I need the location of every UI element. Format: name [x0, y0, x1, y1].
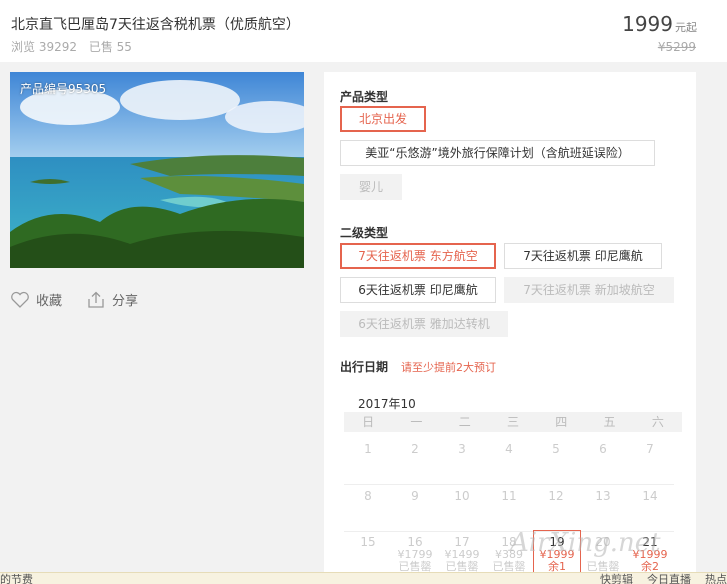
- price-value: 1999: [622, 12, 673, 36]
- product-type-label: 产品类型: [340, 90, 389, 104]
- views-count: 浏览 39292: [11, 40, 77, 54]
- weekday-tue: 二: [458, 415, 471, 429]
- share-label: 分享: [112, 294, 139, 309]
- calendar-day[interactable]: 16: [391, 535, 439, 549]
- calendar-day: 12: [548, 489, 564, 503]
- option-7day-china-eastern[interactable]: 7天往返机票 东方航空: [340, 243, 496, 269]
- calendar-day: 11: [501, 489, 517, 503]
- option-infant[interactable]: 婴儿: [340, 174, 402, 200]
- calendar-weekdays: 日 一 二 三 四 五 六: [344, 412, 682, 432]
- favorite-label: 收藏: [36, 294, 63, 309]
- calendar-day: 3: [458, 442, 466, 456]
- weekday-wed: 三: [506, 415, 519, 429]
- share-button[interactable]: 分享: [86, 290, 138, 309]
- browser-bottom-bar: 的节费 快剪辑 今日直播 热点: [0, 572, 727, 584]
- option-beijing-departure[interactable]: 北京出发: [340, 106, 426, 132]
- weekday-thu: 四: [555, 415, 568, 429]
- original-price: ¥5299: [657, 40, 696, 54]
- product-title: 北京直飞巴厘岛7天往返含税机票（优质航空）: [11, 17, 300, 33]
- sold-count: 已售 55: [88, 40, 132, 54]
- favorite-button[interactable]: 收藏: [10, 290, 62, 309]
- option-7day-singapore-airlines[interactable]: 7天往返机票 新加坡航空: [504, 277, 674, 303]
- price-unit: 元起: [675, 21, 697, 34]
- bottom-bar-left[interactable]: 的节费: [0, 571, 33, 584]
- calendar-day: 5: [552, 442, 560, 456]
- weekday-sat: 六: [651, 415, 664, 429]
- booking-hint: 请至少提前2大预订: [401, 361, 496, 374]
- share-icon: [88, 291, 104, 308]
- calendar-day: 13: [595, 489, 611, 503]
- bottom-bar-live[interactable]: 今日直播: [647, 571, 691, 584]
- calendar-day: 4: [505, 442, 513, 456]
- calendar-day: 7: [646, 442, 654, 456]
- price: 1999 元起: [622, 12, 697, 36]
- calendar-day: 6: [599, 442, 607, 456]
- calendar-day[interactable]: 17: [438, 535, 486, 549]
- calendar-day: 9: [411, 489, 419, 503]
- calendar-day: 1: [364, 442, 372, 456]
- bottom-bar-clip[interactable]: 快剪辑: [600, 571, 633, 584]
- bottom-bar-right: 快剪辑 今日直播 热点: [600, 571, 727, 584]
- calendar-day: 8: [364, 489, 372, 503]
- product-number: 产品编号95305: [20, 82, 107, 96]
- calendar-divider: [344, 484, 674, 485]
- weekday-sun: 日: [362, 415, 375, 429]
- weekday-fri: 五: [603, 415, 616, 429]
- weekday-mon: 一: [410, 415, 423, 429]
- calendar-day: 15: [360, 535, 376, 549]
- product-photo: 产品编号95305: [10, 72, 304, 268]
- option-travel-insurance[interactable]: 美亚“乐悠游”境外旅行保障计划（含航班延误险）: [340, 140, 655, 166]
- option-7day-garuda[interactable]: 7天往返机票 印尼鹰航: [504, 243, 662, 269]
- calendar-month: 2017年10: [358, 397, 416, 411]
- product-stats: 浏览 39292 已售 55: [11, 38, 140, 55]
- product-header: 北京直飞巴厘岛7天往返含税机票（优质航空） 浏览 39292 已售 55 199…: [0, 0, 727, 62]
- bottom-bar-hot[interactable]: 热点: [705, 571, 727, 584]
- watermark: AirXing.net: [510, 528, 661, 558]
- secondary-type-label: 二级类型: [340, 226, 389, 240]
- date-label: 出行日期: [340, 360, 389, 374]
- photo-image: [10, 72, 304, 268]
- heart-icon: [11, 291, 29, 308]
- calendar-day: 10: [454, 489, 470, 503]
- option-6day-garuda[interactable]: 6天往返机票 印尼鹰航: [340, 277, 496, 303]
- calendar-day: 14: [642, 489, 658, 503]
- calendar-day: 2: [411, 442, 419, 456]
- option-6day-jakarta-transfer[interactable]: 6天往返机票 雅加达转机: [340, 311, 508, 337]
